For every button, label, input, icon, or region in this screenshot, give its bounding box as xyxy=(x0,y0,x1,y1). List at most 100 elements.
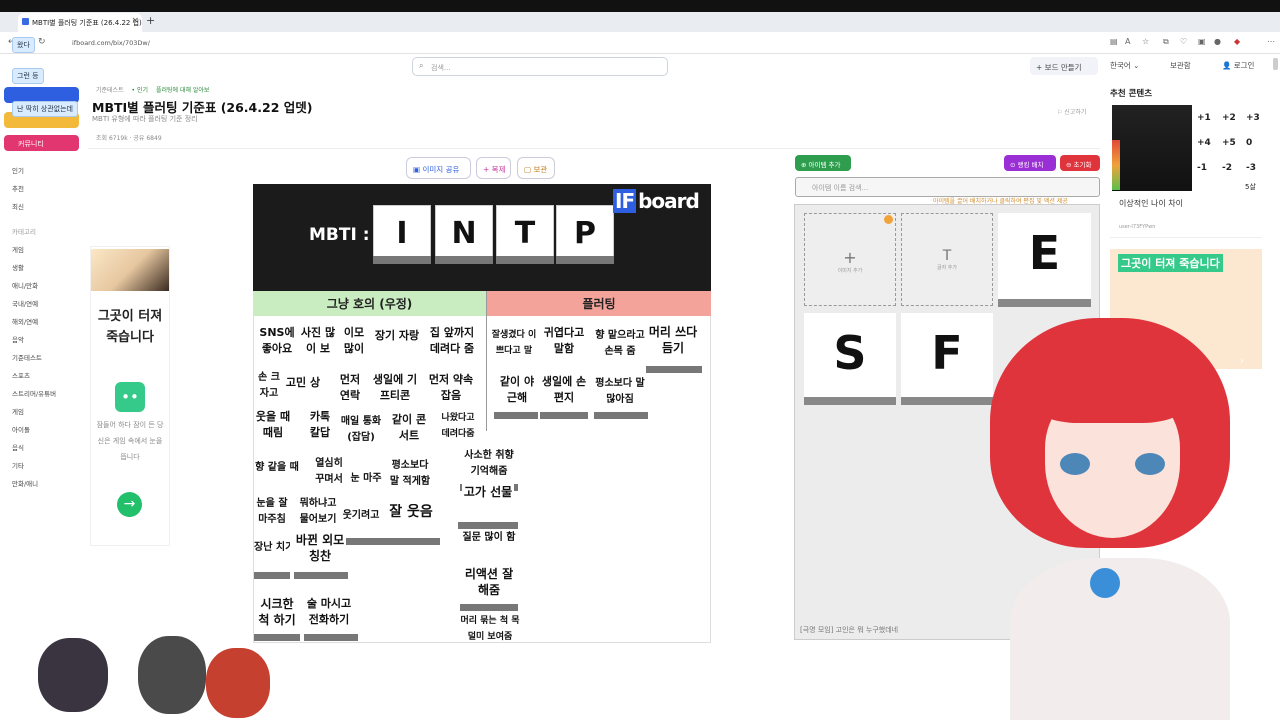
translate-icon[interactable]: A xyxy=(1125,37,1130,46)
board-card[interactable]: 고민 상 xyxy=(285,375,321,395)
board-card[interactable]: 잘생겼다 이쁘다고 말 xyxy=(489,327,539,363)
scrollbar[interactable] xyxy=(1273,58,1278,70)
mbti-letter-tile[interactable]: N xyxy=(435,205,493,263)
recommend-item-title[interactable]: 이상적인 나이 차이 xyxy=(1119,198,1183,209)
save-button[interactable]: ▢ 보관 xyxy=(517,157,555,179)
item-tile[interactable]: E xyxy=(998,213,1091,299)
sidebar-item[interactable]: 추천 xyxy=(12,183,24,193)
board-card[interactable]: 머리 묶는 척 목덜미 보여줌 xyxy=(460,613,520,641)
board-card[interactable]: 향 맡으라고 손목 줌 xyxy=(594,328,646,364)
mbti-letter-tile[interactable]: I xyxy=(373,205,431,263)
sidebar-item[interactable]: 최신 xyxy=(12,201,24,211)
sidebar-item[interactable]: 만화/애니 xyxy=(12,478,38,488)
board-card[interactable]: 눈을 잘 마주침 xyxy=(254,496,290,526)
board-card[interactable]: 먼저 연락 xyxy=(333,372,367,400)
recommend-thumbnail[interactable] xyxy=(1112,105,1192,191)
make-board-button[interactable]: + 보드 만들기 xyxy=(1030,57,1098,75)
browser-tab[interactable]: MBTI별 플러팅 기준표 (26.4.22 업) × xyxy=(18,13,142,32)
sidebar-item[interactable]: 게임 xyxy=(12,244,24,254)
board-card[interactable]: 바뀐 외모 칭찬 xyxy=(294,532,346,568)
clone-button[interactable]: + 복제 xyxy=(476,157,511,179)
ad-image xyxy=(91,249,169,291)
board-card[interactable]: 눈 마주 xyxy=(348,471,384,487)
collections-icon[interactable]: ▣ xyxy=(1198,37,1206,46)
board-card[interactable]: 질문 많이 함 xyxy=(458,530,520,550)
sidebar-item[interactable]: 아이돌 xyxy=(12,424,30,434)
board-card[interactable]: 열심히 꾸며서 xyxy=(310,456,348,486)
sidebar-item[interactable]: 해외/연예 xyxy=(12,316,38,326)
chevron-right-icon[interactable]: › xyxy=(1240,356,1244,367)
breadcrumb-category[interactable]: 기준테스트 xyxy=(96,87,124,94)
sidebar-item[interactable]: 기타 xyxy=(12,460,24,470)
mbti-letter-tile[interactable]: T xyxy=(496,205,554,263)
sidebar-item[interactable]: 스포츠 xyxy=(12,370,30,380)
board-card[interactable]: 시크한 척 하기 xyxy=(254,596,300,630)
board-card[interactable]: 평소보다 말 적게함 xyxy=(386,458,434,490)
new-tab-button[interactable]: + xyxy=(146,14,155,27)
board-card[interactable]: 카톡 칼답 xyxy=(303,409,337,445)
board-card[interactable]: 같이 콘서트 xyxy=(388,412,430,446)
sidebar-item[interactable]: 게임 xyxy=(12,406,24,416)
add-item-button[interactable]: ⊕ 아이템 추가 xyxy=(795,155,851,171)
board-card[interactable]: 장난 치기 xyxy=(254,540,290,558)
split-icon[interactable]: ⧉ xyxy=(1163,37,1169,47)
board-card[interactable]: 나왔다고 데려다줌 xyxy=(436,410,480,438)
share-image-button[interactable]: ▣ 이미지 공유 xyxy=(406,157,471,179)
board-card[interactable]: 장기 자랑 xyxy=(372,328,422,356)
item-search-input[interactable]: 아이템 이름 검색... xyxy=(795,177,1100,197)
sidebar-item[interactable]: 애니/만화 xyxy=(12,280,38,290)
board-card[interactable]: 사진 많이 보 xyxy=(300,325,336,359)
board-card[interactable]: SNS에 좋아요 xyxy=(254,325,300,359)
board-card[interactable]: 이모 많이 xyxy=(337,325,371,359)
star-icon[interactable]: ☆ xyxy=(1142,37,1149,46)
board-card[interactable]: 평소보다 말 많아짐 xyxy=(594,376,646,408)
board-card[interactable]: 손 크 자고 손 xyxy=(254,370,284,400)
report-link[interactable]: ⚐ 신고하기 xyxy=(1057,107,1086,116)
sidebar-item[interactable]: 음악 xyxy=(12,334,24,344)
community-button[interactable]: 커뮤니티 xyxy=(4,135,79,151)
board-card[interactable]: 집 앞까지 데려다 줌 xyxy=(427,325,477,359)
board-card[interactable]: 향 같을 때 xyxy=(254,460,300,480)
board-card[interactable]: 머리 쓰다듬기 xyxy=(646,324,700,364)
copilot-icon[interactable]: ◆ xyxy=(1234,37,1240,46)
ad-arrow-button[interactable]: → xyxy=(117,492,142,517)
sidebar-item[interactable]: 생활 xyxy=(12,262,24,272)
sidebar-item[interactable]: 음식 xyxy=(12,442,24,452)
storage-link[interactable]: 보관함 xyxy=(1170,60,1191,71)
favorites-icon[interactable]: ♡ xyxy=(1180,37,1187,46)
language-select[interactable]: 한국어 ⌄ xyxy=(1110,60,1139,71)
sidebar-item[interactable]: 인기 xyxy=(12,165,24,175)
board-card[interactable]: 술 마시고 전화하기 xyxy=(304,596,354,630)
rank-place-button[interactable]: ⊙ 랭킹 배치 xyxy=(1004,155,1056,171)
board-card[interactable]: 생일에 기프티콘 xyxy=(372,372,418,400)
board-card[interactable]: 매일 통화 (잡담) xyxy=(338,414,384,444)
reset-button[interactable]: ⊖ 초기화 xyxy=(1060,155,1100,171)
close-icon[interactable]: × xyxy=(131,16,139,26)
search-input[interactable]: ⌕ 검색... xyxy=(412,57,668,76)
sidebar-item[interactable]: 국내/연예 xyxy=(12,298,38,308)
board-card[interactable]: 생일에 손편지 xyxy=(540,374,588,410)
sidebar-item[interactable]: 스트리머/유튜버 xyxy=(12,388,56,398)
board-card[interactable]: 웃을 때 때림 xyxy=(254,409,292,445)
item-tile[interactable]: F xyxy=(901,313,993,397)
board-card[interactable]: 귀엽다고 말함 xyxy=(540,325,588,361)
item-tile[interactable]: S xyxy=(804,313,896,397)
sidebar-item[interactable]: 기준테스트 xyxy=(12,352,42,362)
add-text-slot[interactable]: T 글자 추가 xyxy=(901,213,993,306)
board-card[interactable]: 뭐하냐고 물어보기 xyxy=(296,496,340,526)
board-card[interactable]: 같이 야근해 xyxy=(497,374,537,410)
board-card[interactable]: 먼저 약속 잡음 xyxy=(427,372,475,400)
read-mode-icon[interactable]: ▤ xyxy=(1110,37,1118,46)
more-icon[interactable]: ⋯ xyxy=(1267,37,1275,46)
login-link[interactable]: 👤 로그인 xyxy=(1222,60,1254,71)
board-card[interactable]: 웃기려고 xyxy=(340,508,382,524)
profile-icon[interactable]: ● xyxy=(1214,37,1221,46)
add-image-slot[interactable]: + 이미지 추가 xyxy=(804,213,896,306)
mbti-letter-tile[interactable]: P xyxy=(556,205,614,263)
reload-icon[interactable]: ↻ xyxy=(38,37,46,47)
board-card[interactable]: 사소한 취향 기억해줌 xyxy=(460,448,518,482)
board-card[interactable]: 고가 선물 xyxy=(462,484,514,520)
board-card[interactable]: 리액션 잘해줌 xyxy=(460,566,518,602)
board-card[interactable]: 잘 웃음 xyxy=(384,504,438,526)
url-field[interactable]: ifboard.com/bix/703Dw/ xyxy=(56,36,1106,50)
